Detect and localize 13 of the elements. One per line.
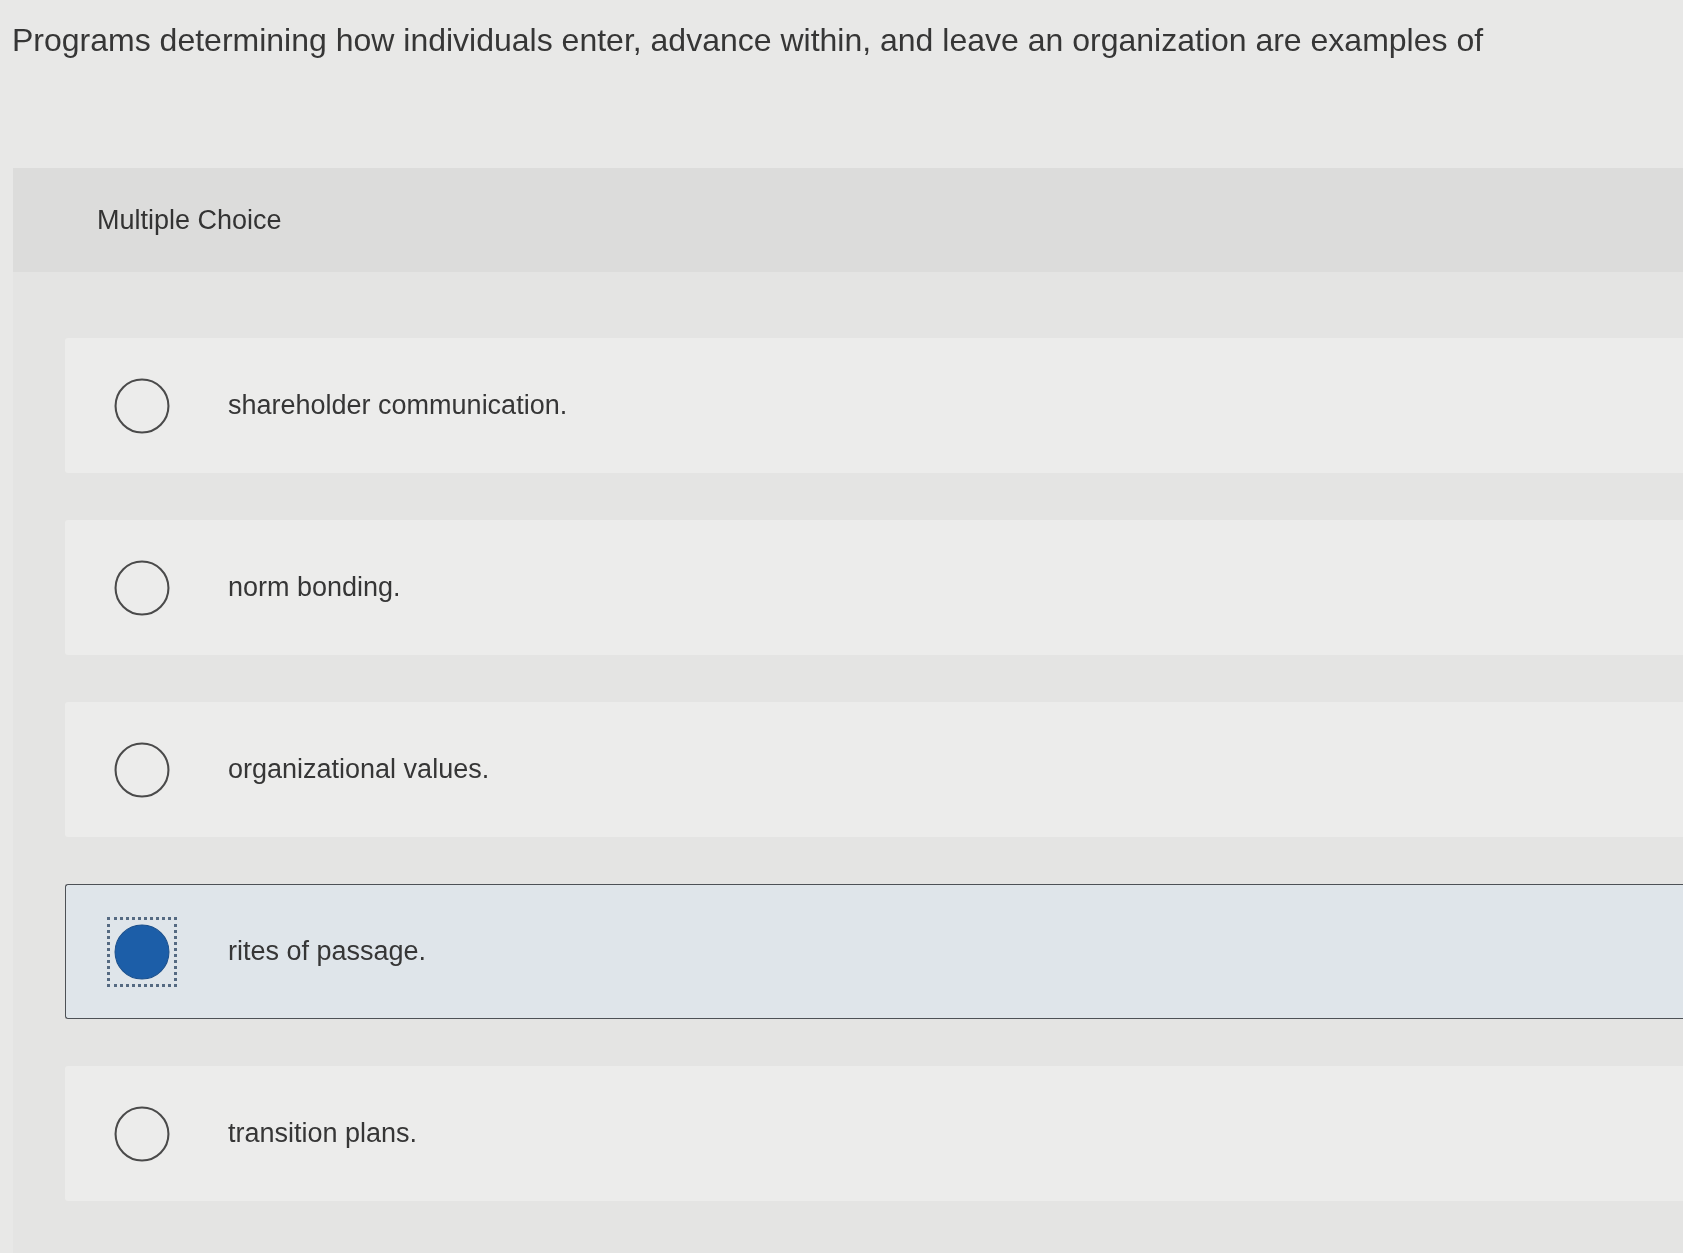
- answer-option[interactable]: transition plans.: [65, 1066, 1683, 1201]
- answer-option[interactable]: shareholder communication.: [65, 338, 1683, 473]
- answer-option[interactable]: norm bonding.: [65, 520, 1683, 655]
- question-text: Programs determining how individuals enter, advance within, and leave an organization are examples of: [11, 21, 1485, 60]
- answer-option[interactable]: rites of passage.: [65, 884, 1683, 1019]
- option-label: norm bonding.: [228, 571, 401, 605]
- radio-button[interactable]: [107, 916, 177, 987]
- option-label: transition plans.: [228, 1117, 418, 1151]
- section-label: Multiple Choice: [97, 203, 282, 237]
- option-label: organizational values.: [228, 753, 490, 787]
- answer-option[interactable]: organizational values.: [65, 702, 1683, 837]
- option-label: rites of passage.: [228, 935, 427, 969]
- option-label: shareholder communication.: [228, 389, 568, 423]
